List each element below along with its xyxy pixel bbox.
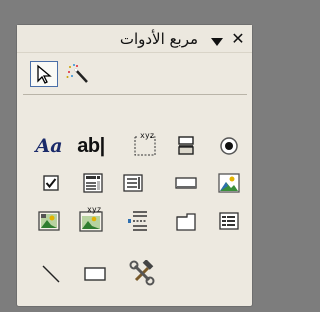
combo-box-tool-button[interactable] xyxy=(79,170,107,196)
toggle-button-tool-button[interactable] xyxy=(172,133,200,159)
toolbox-titlebar[interactable]: ✕ مربع الأدوات xyxy=(17,25,252,53)
tab-control-tool-button[interactable] xyxy=(172,208,200,234)
bound-object-frame-icon: xyz xyxy=(77,205,105,233)
textbox-tool-icon: ab| xyxy=(77,134,105,157)
radio-button-icon xyxy=(220,137,238,155)
image-icon xyxy=(218,173,240,193)
page-break-tool-button[interactable] xyxy=(124,208,152,234)
command-button-icon xyxy=(175,177,197,189)
rectangle-icon xyxy=(84,267,106,281)
unbound-object-frame-tool-button[interactable] xyxy=(35,208,63,234)
rectangle-tool-button[interactable] xyxy=(81,261,109,287)
line-icon xyxy=(42,265,60,283)
page-break-icon xyxy=(128,211,147,231)
more-controls-button[interactable] xyxy=(127,258,157,288)
magic-wand-icon xyxy=(66,64,88,83)
option-group-tool-icon: xyz xyxy=(132,131,158,157)
checkbox-icon xyxy=(43,175,59,191)
close-button[interactable]: ✕ xyxy=(228,29,248,49)
subform-tool-button[interactable] xyxy=(215,208,243,234)
option-group-tool-button[interactable]: xyz xyxy=(130,130,160,160)
label-tool-icon: Aa xyxy=(35,135,63,157)
textbox-tool-button[interactable]: ab| xyxy=(73,133,109,159)
select-objects-button[interactable] xyxy=(30,61,58,87)
toolbox-panel: ✕ مربع الأدوات Aa ab| xyz xyz xyxy=(16,24,253,307)
label-tool-button[interactable]: Aa xyxy=(35,133,63,159)
toolbox-title: مربع الأدوات xyxy=(119,30,198,48)
option-button-tool-button[interactable] xyxy=(215,133,243,159)
list-box-icon xyxy=(123,174,143,192)
bound-object-frame-tool-button[interactable]: xyz xyxy=(75,205,107,235)
subform-icon xyxy=(219,212,239,230)
checkbox-tool-button[interactable] xyxy=(37,170,65,196)
option-group-caption: xyz xyxy=(140,131,155,140)
image-tool-button[interactable] xyxy=(215,170,243,196)
tab-control-icon xyxy=(176,213,196,231)
toggle-button-icon xyxy=(178,136,194,155)
control-wizards-button[interactable] xyxy=(64,61,92,87)
hammer-wrench-icon xyxy=(129,260,155,286)
pointer-arrow-icon xyxy=(37,64,52,84)
combo-box-icon xyxy=(83,173,103,193)
unbound-object-frame-icon xyxy=(38,211,60,231)
list-box-tool-button[interactable] xyxy=(119,170,147,196)
command-button-tool-button[interactable] xyxy=(172,170,200,196)
line-tool-button[interactable] xyxy=(37,261,65,287)
toolbar-options-icon[interactable] xyxy=(210,33,224,46)
subform-caption: xyz xyxy=(87,205,102,214)
